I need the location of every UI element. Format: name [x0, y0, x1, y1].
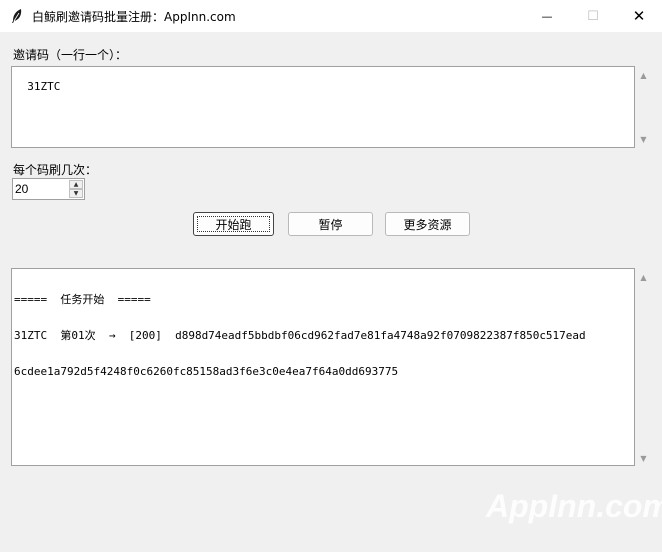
minimize-icon: —	[541, 9, 553, 23]
watermark-logo: AppInn.com	[486, 488, 662, 524]
title-bar[interactable]: 白鲸刷邀请码批量注册：AppInn.com — ☐ ✕	[0, 0, 662, 32]
maximize-button[interactable]: ☐	[570, 0, 616, 32]
log-output-scrollbar[interactable]: ▲ ▼	[635, 268, 652, 466]
invite-code-line: 31ZTC	[27, 80, 61, 93]
invite-codes-scrollbar[interactable]: ▲ ▼	[635, 66, 652, 148]
repeat-count-value[interactable]: 20	[15, 182, 28, 196]
minimize-button[interactable]: —	[524, 0, 570, 32]
start-button[interactable]: 开始跑	[193, 212, 274, 236]
more-resources-button[interactable]: 更多资源	[385, 212, 470, 236]
spin-up-icon[interactable]: ▲	[69, 180, 83, 189]
log-line: 31ZTC 第01次 → [200] d898d74eadf5bbdbf06cd…	[14, 329, 586, 342]
repeat-count-label: 每个码刷几次：	[13, 163, 98, 177]
repeat-count-spinbox[interactable]: 20 ▲ ▼	[12, 178, 85, 200]
maximize-icon: ☐	[587, 8, 599, 24]
spin-down-icon[interactable]: ▼	[69, 189, 83, 198]
close-icon: ✕	[632, 7, 646, 25]
log-output-textarea[interactable]: ===== 任务开始 ===== 31ZTC 第01次 → [200] d898…	[11, 268, 635, 466]
focus-ring	[197, 216, 270, 232]
invite-codes-textarea[interactable]: 31ZTC	[11, 66, 635, 148]
more-resources-button-label: 更多资源	[403, 217, 452, 232]
scroll-down-arrow-icon[interactable]: ▼	[635, 451, 652, 465]
window-title: 白鲸刷邀请码批量注册：AppInn.com	[32, 10, 236, 24]
scroll-up-arrow-icon[interactable]: ▲	[635, 270, 652, 284]
pause-button-label: 暂停	[318, 217, 343, 232]
scroll-up-arrow-icon[interactable]: ▲	[635, 68, 652, 82]
invite-codes-label: 邀请码（一行一个）：	[13, 48, 128, 62]
close-button[interactable]: ✕	[616, 0, 662, 32]
log-line: 6cdee1a792d5f4248f0c6260fc85158ad3f6e3c0…	[14, 365, 399, 378]
log-line: ===== 任务开始 =====	[14, 293, 151, 306]
pause-button[interactable]: 暂停	[288, 212, 373, 236]
feather-icon	[12, 9, 22, 23]
scroll-down-arrow-icon[interactable]: ▼	[635, 132, 652, 146]
